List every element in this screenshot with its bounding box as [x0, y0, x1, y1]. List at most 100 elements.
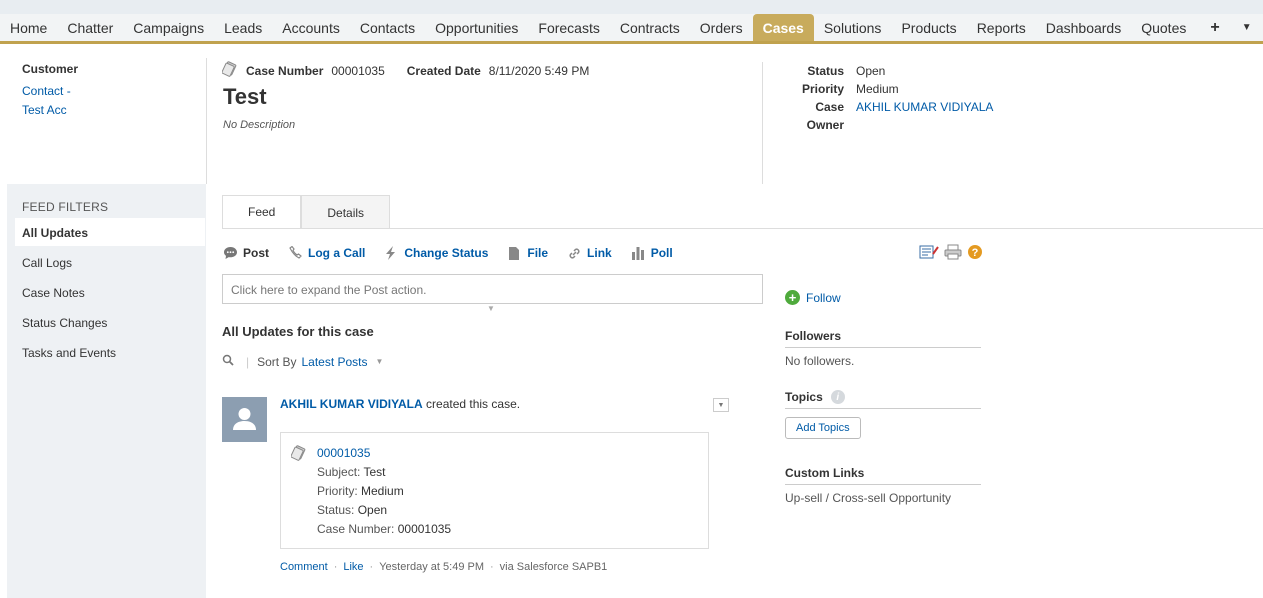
page-tools: ? [919, 244, 983, 263]
follow-label: Follow [806, 290, 841, 305]
follow-button[interactable]: + Follow [785, 290, 841, 305]
action-log-call[interactable]: Log a Call [287, 245, 365, 261]
edit-layout-icon[interactable] [919, 244, 939, 263]
created-date-value: 8/11/2020 5:49 PM [488, 63, 590, 78]
avatar[interactable] [222, 397, 267, 442]
priority-value: Medium [856, 82, 899, 96]
main-nav: Home Chatter Campaigns Leads Accounts Co… [0, 14, 1263, 44]
case-meta-row: Case Number 00001035 Created Date 8/11/2… [221, 61, 603, 80]
speech-bubble-icon [222, 245, 238, 261]
timestamp[interactable]: Yesterday at 5:49 PM [379, 561, 484, 573]
case-description: No Description [223, 119, 296, 131]
action-post[interactable]: Post [222, 245, 269, 261]
filter-all-updates[interactable]: All Updates [15, 218, 205, 246]
customer-block: Customer Contact - Test Acc [22, 62, 202, 120]
phone-icon [287, 245, 303, 261]
nav-dashboards[interactable]: Dashboards [1036, 14, 1132, 41]
author-link[interactable]: AKHIL KUMAR VIDIYALA [280, 397, 423, 411]
link-icon [566, 245, 582, 261]
search-icon[interactable] [222, 354, 234, 369]
topics-section: Topics i Add Topics [785, 390, 981, 439]
action-label: Post [243, 246, 270, 260]
nav-cases[interactable]: Cases [752, 14, 814, 41]
status-label: Status: [317, 503, 355, 517]
nav-accounts[interactable]: Accounts [272, 14, 350, 41]
priority-label: Priority: [317, 484, 358, 498]
customer-link-line2[interactable]: Test Acc [22, 101, 202, 120]
feed-item-menu[interactable]: ▼ [713, 398, 729, 412]
nav-leads[interactable]: Leads [214, 14, 272, 41]
owner-link[interactable]: AKHIL KUMAR VIDIYALA [856, 98, 993, 134]
action-link[interactable]: Link [566, 245, 612, 261]
filter-case-notes[interactable]: Case Notes [22, 286, 85, 300]
tab-underline [222, 228, 1263, 229]
nav-chatter[interactable]: Chatter [57, 14, 123, 41]
nav-forecasts[interactable]: Forecasts [528, 14, 609, 41]
sort-row: | Sort By Latest Posts ▼ [222, 354, 383, 369]
case-number-value: 00001035 [331, 63, 385, 78]
nav-contacts[interactable]: Contacts [350, 14, 425, 41]
action-poll[interactable]: Poll [630, 245, 673, 261]
more-tabs-icon[interactable]: ▼ [1234, 14, 1260, 41]
sort-label: Sort By [257, 354, 297, 369]
plus-icon: + [785, 290, 800, 305]
card-case-link[interactable]: 00001035 [317, 446, 370, 460]
filter-tasks-events[interactable]: Tasks and Events [22, 346, 116, 360]
filter-label: All Updates [22, 226, 89, 240]
action-label: Log a Call [308, 246, 366, 260]
status-value: Open [856, 64, 886, 78]
chevron-down-icon[interactable]: ▼ [376, 357, 384, 366]
add-tab-icon[interactable]: + [1196, 14, 1233, 41]
case-number-label: Case Number [246, 63, 324, 78]
add-topics-button[interactable]: Add Topics [785, 417, 861, 439]
status-value: Open [357, 503, 388, 517]
followers-section: Followers No followers. [785, 329, 981, 368]
svg-text:?: ? [972, 247, 979, 259]
sort-dropdown[interactable]: Latest Posts [301, 355, 367, 369]
subject-value: Test [363, 465, 386, 479]
action-label: Link [587, 246, 612, 260]
custom-links-section: Custom Links Up-sell / Cross-sell Opport… [785, 466, 981, 505]
tab-feed[interactable]: Feed [222, 195, 302, 229]
filter-status-changes[interactable]: Status Changes [22, 316, 107, 330]
help-icon[interactable]: ? [967, 244, 983, 263]
page-title: Test [223, 84, 267, 109]
nav-reports[interactable]: Reports [967, 14, 1036, 41]
like-link[interactable]: Like [343, 561, 363, 573]
priority-value: Medium [361, 484, 404, 498]
nav-products[interactable]: Products [891, 14, 966, 41]
via-text: via Salesforce SAPB1 [499, 561, 608, 573]
bar-chart-icon [630, 245, 646, 261]
case-icon [221, 61, 238, 80]
print-icon[interactable] [944, 244, 962, 263]
nav-home[interactable]: Home [0, 14, 57, 41]
case-number-value: 00001035 [397, 522, 452, 536]
owner-label: Case Owner [806, 100, 844, 132]
user-icon [233, 408, 256, 430]
followers-title: Followers [785, 329, 981, 348]
chevron-down-icon: ▼ [717, 401, 725, 409]
feed-filters-title: FEED FILTERS [22, 200, 109, 214]
nav-contracts[interactable]: Contracts [610, 14, 690, 41]
comment-link[interactable]: Comment [280, 561, 328, 573]
nav-solutions[interactable]: Solutions [814, 14, 892, 41]
nav-opportunities[interactable]: Opportunities [425, 14, 528, 41]
action-change-status[interactable]: Change Status [383, 245, 488, 261]
custom-link-upsell[interactable]: Up-sell / Cross-sell Opportunity [785, 491, 981, 505]
topics-header: Topics i [785, 390, 981, 409]
nav-quotes[interactable]: Quotes [1131, 14, 1196, 41]
tab-details[interactable]: Details [301, 195, 391, 229]
chevron-down-icon: ▼ [487, 304, 495, 313]
tab-bar: Feed Details [222, 195, 391, 229]
action-file[interactable]: File [506, 245, 548, 261]
customer-link-line1[interactable]: Contact - [22, 82, 202, 101]
nav-orders[interactable]: Orders [690, 14, 753, 41]
nav-campaigns[interactable]: Campaigns [123, 14, 214, 41]
feed-filters-panel: FEED FILTERS All Updates Call Logs Case … [7, 184, 206, 598]
info-icon[interactable]: i [830, 390, 845, 404]
filter-call-logs[interactable]: Call Logs [22, 256, 72, 270]
subject-label: Subject: [317, 465, 361, 479]
feed-title: All Updates for this case [222, 324, 374, 339]
divider [206, 58, 207, 184]
post-input[interactable]: Click here to expand the Post action. [222, 274, 763, 304]
